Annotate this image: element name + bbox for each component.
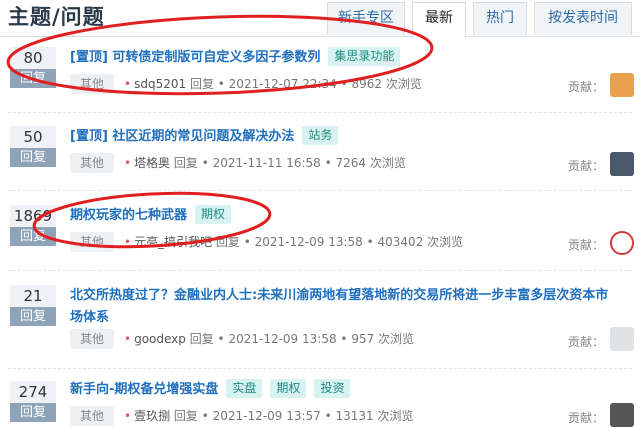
author-link[interactable]: sdq5201 xyxy=(134,77,186,91)
post-title-line: 新手向-期权备兑增强实盘 实盘 期权 投资 xyxy=(70,379,610,401)
views-suffix: 次浏览 xyxy=(378,332,415,346)
topic-tag[interactable]: 实盘 xyxy=(226,379,263,398)
views-suffix: 次浏览 xyxy=(377,409,414,423)
post-title-link[interactable]: [置顶] 可转债定制版可自定义多因子参数列 xyxy=(70,50,320,65)
topic-tag[interactable]: 期权 xyxy=(195,205,232,224)
post-time: 2021-12-09 13:58 xyxy=(228,332,337,346)
contrib-label: 贡献： xyxy=(567,411,604,425)
bullet-dot: • xyxy=(124,409,132,423)
category-badge[interactable]: 其他 xyxy=(70,74,114,94)
reply-count: 50 xyxy=(10,126,56,148)
post-title-line: 北交所热度过了？金融业内人士:未来川渝两地有望落地新的交易所将进一步丰富多层次资… xyxy=(70,285,610,329)
contrib-label: 贡献： xyxy=(567,238,604,252)
post-title-link[interactable]: 新手向-期权备兑增强实盘 xyxy=(70,382,218,397)
contrib-label: 贡献： xyxy=(567,159,604,173)
view-count: 403402 xyxy=(377,235,424,249)
post-row: 274 回复 新手向-期权备兑增强实盘 实盘 期权 投资 其他 • 壹玖捌 回复 • 20… xyxy=(0,379,640,430)
view-count: 8962 xyxy=(351,77,383,91)
contributor-avatar[interactable] xyxy=(610,403,634,427)
view-count: 13131 xyxy=(335,409,374,423)
post-title-link[interactable]: 北交所热度过了？金融业内人士:未来川渝两地有望落地新的交易所将进一步丰富多层次资… xyxy=(70,288,608,325)
post-title-line: [置顶] 可转债定制版可自定义多因子参数列 集思录功能 xyxy=(70,47,610,69)
post-time: 2021-12-09 13:57 xyxy=(212,409,321,423)
contrib-label: 贡献： xyxy=(567,80,604,94)
post-row: 21 回复 北交所热度过了？金融业内人士:未来川渝两地有望落地新的交易所将进一步… xyxy=(0,285,640,365)
tab-latest[interactable]: 最新 xyxy=(412,2,466,37)
topic-tag[interactable]: 投资 xyxy=(314,379,351,398)
author-link[interactable]: goodexp xyxy=(134,332,186,346)
reply-word: 回复 xyxy=(215,235,240,249)
post-meta: 其他 • 元亮_搞引我吧 回复 • 2021-12-09 13:58 • 40340… xyxy=(70,232,463,252)
post-title-link[interactable]: [置顶] 社区近期的常见问题及解决办法 xyxy=(70,129,294,144)
post-title-line: 期权玩家的七种武器 期权 xyxy=(70,205,610,227)
post-row: 1869 回复 期权玩家的七种武器 期权 其他 • 元亮_搞引我吧 回复 • 2021… xyxy=(0,205,640,265)
row-divider xyxy=(8,270,632,271)
reply-label: 回复 xyxy=(10,403,56,422)
topic-tag[interactable]: 站务 xyxy=(302,126,339,145)
bullet-dot: • xyxy=(124,235,132,249)
author-link[interactable]: 塔格奥 xyxy=(134,156,170,170)
reply-count-box: 1869 回复 xyxy=(10,205,56,246)
reply-count-box: 80 回复 xyxy=(10,47,56,88)
category-badge[interactable]: 其他 xyxy=(70,153,114,173)
contributor-avatar[interactable] xyxy=(610,152,634,176)
page-title: 主题/问题 xyxy=(8,5,105,29)
reply-label: 回复 xyxy=(10,148,56,167)
views-suffix: 次浏览 xyxy=(427,235,464,249)
header-bar: 主题/问题 新手专区 最新 热门 按发表时间 xyxy=(0,0,640,37)
view-count: 957 xyxy=(351,332,375,346)
bullet-dot: • xyxy=(124,156,132,170)
reply-count: 274 xyxy=(10,381,56,403)
view-count: 7264 xyxy=(335,156,367,170)
contributor-avatar[interactable] xyxy=(610,231,634,255)
post-time: 2021-11-11 16:58 xyxy=(212,156,321,170)
reply-word: 回复 xyxy=(189,77,214,91)
post-meta: 其他 • 壹玖捌 回复 • 2021-12-09 13:57 • 13131 次浏览 xyxy=(70,406,414,426)
views-suffix: 次浏览 xyxy=(385,77,422,91)
reply-label: 回复 xyxy=(10,227,56,246)
reply-word: 回复 xyxy=(173,409,198,423)
views-suffix: 次浏览 xyxy=(369,156,406,170)
topic-tag[interactable]: 期权 xyxy=(270,379,307,398)
reply-word: 回复 xyxy=(173,156,198,170)
tab-by-post-time[interactable]: 按发表时间 xyxy=(534,2,632,35)
author-link[interactable]: 壹玖捌 xyxy=(134,409,170,423)
post-time: 2021-12-09 13:58 xyxy=(254,235,363,249)
contributor-avatar[interactable] xyxy=(610,327,634,351)
reply-count: 21 xyxy=(10,285,56,307)
category-badge[interactable]: 其他 xyxy=(70,406,114,426)
post-title-link[interactable]: 期权玩家的七种武器 xyxy=(70,208,187,223)
row-divider xyxy=(8,190,632,191)
post-meta: 其他 • goodexp 回复 • 2021-12-09 13:58 • 957 次… xyxy=(70,329,414,349)
reply-count-box: 50 回复 xyxy=(10,126,56,167)
tab-newbie[interactable]: 新手专区 xyxy=(327,2,405,35)
category-badge[interactable]: 其他 xyxy=(70,232,114,252)
reply-count: 80 xyxy=(10,47,56,69)
row-divider xyxy=(8,112,632,113)
reply-word: 回复 xyxy=(189,332,214,346)
reply-count-box: 274 回复 xyxy=(10,381,56,422)
post-time: 2021-12-07 22:34 xyxy=(228,77,337,91)
post-meta: 其他 • sdq5201 回复 • 2021-12-07 22:34 • 8962 … xyxy=(70,74,422,94)
post-meta: 其他 • 塔格奥 回复 • 2021-11-11 16:58 • 7264 次浏览 xyxy=(70,153,406,173)
author-link[interactable]: 元亮_搞引我吧 xyxy=(134,235,212,249)
bullet-dot: • xyxy=(124,332,132,346)
reply-label: 回复 xyxy=(10,69,56,88)
tab-hot[interactable]: 热门 xyxy=(473,2,527,35)
reply-count: 1869 xyxy=(10,205,56,227)
contributor-avatar[interactable] xyxy=(610,73,634,97)
post-row: 50 回复 [置顶] 社区近期的常见问题及解决办法 站务 其他 • 塔格奥 回复 • … xyxy=(0,126,640,186)
category-badge[interactable]: 其他 xyxy=(70,329,114,349)
contrib-label: 贡献： xyxy=(567,335,604,349)
topic-tag[interactable]: 集思录功能 xyxy=(328,47,401,66)
bullet-dot: • xyxy=(124,77,132,91)
row-divider xyxy=(8,368,632,369)
reply-label: 回复 xyxy=(10,307,56,326)
reply-count-box: 21 回复 xyxy=(10,285,56,326)
post-title-line: [置顶] 社区近期的常见问题及解决办法 站务 xyxy=(70,126,610,148)
post-row: 80 回复 [置顶] 可转债定制版可自定义多因子参数列 集思录功能 其他 • sdq5… xyxy=(0,47,640,107)
